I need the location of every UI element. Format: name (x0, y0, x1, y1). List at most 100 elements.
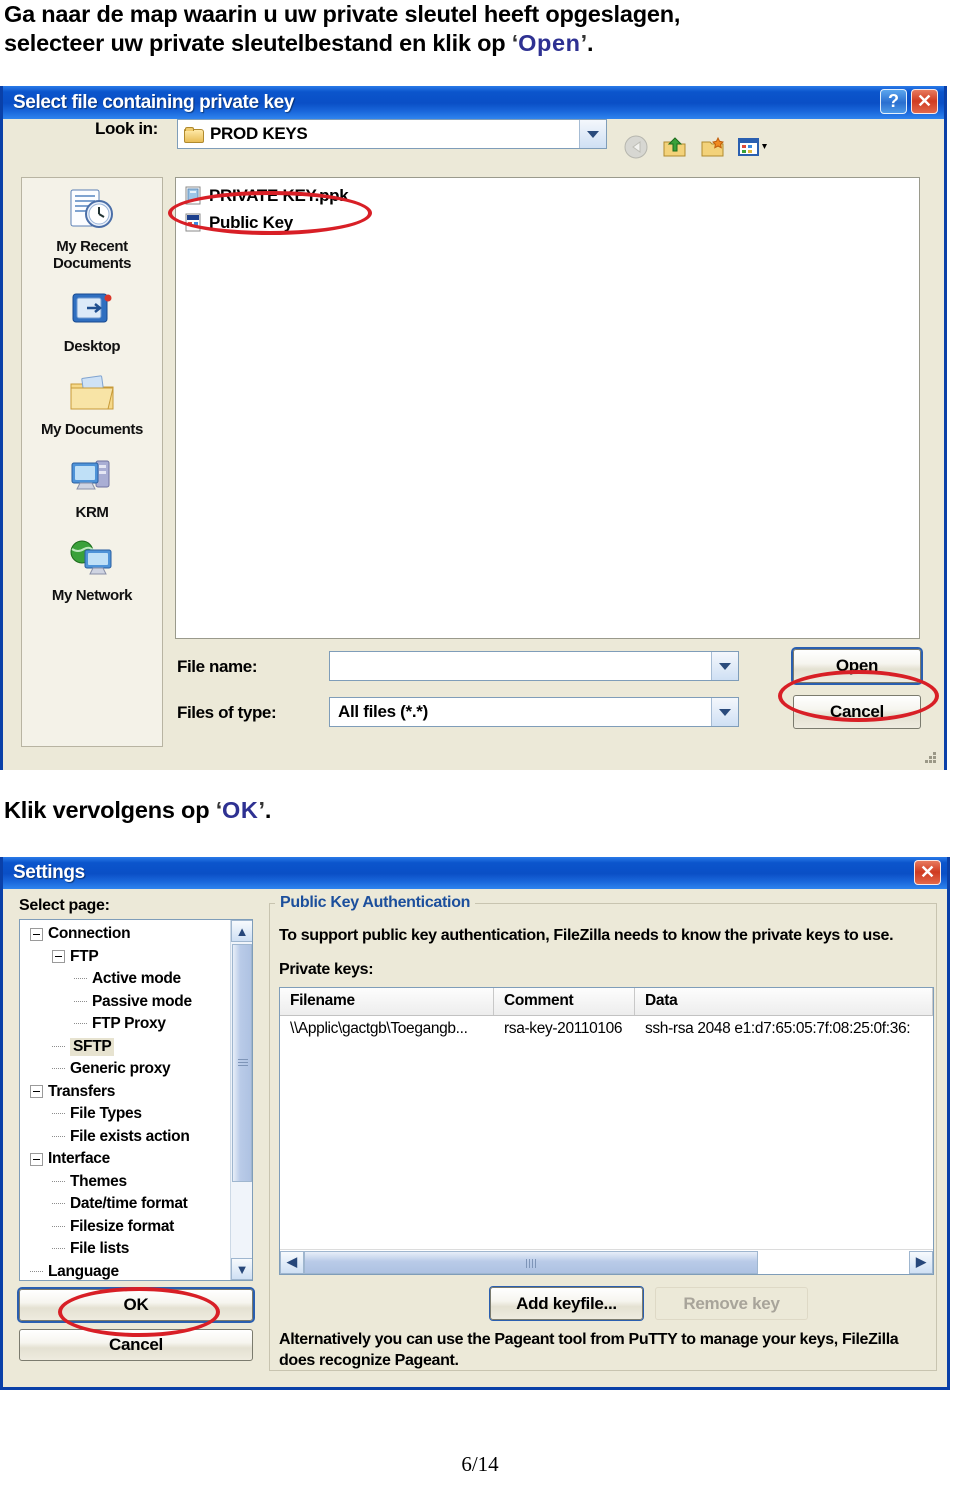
settings-window-buttons: ✕ (914, 860, 941, 885)
column-header-comment[interactable]: Comment (494, 988, 635, 1015)
table-row[interactable]: \\Applic\gactgb\Toegangb... rsa-key-2011… (280, 1016, 933, 1043)
cancel-button[interactable]: Cancel (793, 695, 921, 729)
tree-expander-icon[interactable] (30, 927, 43, 941)
ok-button[interactable]: OK (19, 1289, 253, 1321)
tree-connector-line (52, 1113, 65, 1115)
place-krm[interactable]: KRM (22, 450, 162, 521)
tree-item-file-types[interactable]: File Types (20, 1103, 230, 1126)
my-documents-icon (22, 367, 162, 419)
instruction-mid-prefix: Klik vervolgens op (4, 797, 216, 823)
tree-item-label: Transfers (48, 1082, 116, 1100)
tree-expander-icon[interactable] (30, 1085, 43, 1099)
tree-item-label: Interface (48, 1150, 110, 1168)
look-in-combobox[interactable]: PROD KEYS (177, 119, 607, 149)
instruction-line-2-prefix: selecteer uw private sleutelbestand en k… (4, 30, 512, 56)
place-label-my-network: My Network (51, 587, 133, 604)
back-icon[interactable] (623, 134, 651, 160)
chevron-down-icon[interactable] (711, 652, 738, 680)
tree-item-passive-mode[interactable]: Passive mode (20, 991, 230, 1014)
tree-vertical-scrollbar[interactable]: ▲ ▼ (230, 920, 252, 1280)
column-header-filename[interactable]: Filename (280, 988, 494, 1015)
certificate-file-icon (184, 213, 203, 232)
file-list-item[interactable]: Public Key (180, 209, 919, 236)
cell-filename: \\Applic\gactgb\Toegangb... (290, 1020, 468, 1037)
tree-item-container: Connection FTP Active mode Passive mode FTP … (20, 923, 230, 1281)
tree-item-label: File Types (70, 1105, 142, 1123)
look-in-value: PROD KEYS (210, 124, 308, 143)
file-dialog-body: Look in: PROD KEYS My Recent Documents D… (3, 119, 944, 770)
page-number: 6/14 (461, 1452, 499, 1476)
tree-item-active-mode[interactable]: Active mode (20, 968, 230, 991)
tree-expander-icon[interactable] (30, 1152, 43, 1166)
tree-item-label: FTP Proxy (92, 1015, 166, 1033)
scrollbar-thumb[interactable] (304, 1250, 758, 1274)
settings-cancel-button[interactable]: Cancel (19, 1329, 253, 1361)
select-file-dialog: Select file containing private key ? ✕ L… (0, 86, 947, 770)
tree-connector-line (74, 1000, 87, 1003)
place-my-documents[interactable]: My Documents (22, 367, 162, 438)
column-header-data[interactable]: Data (635, 988, 933, 1015)
place-label-my-documents: My Documents (41, 421, 143, 438)
tree-item-file-exists-action[interactable]: File exists action (20, 1126, 230, 1149)
file-name-private-key: PRIVATE KEY.ppk (209, 185, 349, 205)
tree-connector-line (30, 1270, 43, 1273)
scroll-right-icon[interactable]: ▶ (909, 1250, 933, 1274)
up-one-level-icon[interactable] (661, 134, 689, 160)
create-new-folder-icon[interactable] (699, 134, 727, 160)
tree-item-generic-proxy[interactable]: Generic proxy (20, 1058, 230, 1081)
tree-item-label: Filesize format (70, 1217, 175, 1235)
desktop-icon (22, 284, 162, 336)
file-list-item[interactable]: PRIVATE KEY.ppk (180, 182, 919, 209)
place-my-recent-documents[interactable]: My Recent Documents (22, 184, 162, 272)
scroll-up-icon[interactable]: ▲ (231, 920, 252, 942)
tree-item-label: File exists action (70, 1127, 190, 1145)
instruction-accent-open: Open (518, 30, 581, 56)
tree-item-label: Active mode (92, 970, 181, 988)
tree-item-sftp[interactable]: SFTP (20, 1036, 230, 1059)
tree-expander-icon[interactable] (52, 950, 65, 964)
chevron-down-icon[interactable] (711, 698, 738, 726)
tree-item-themes[interactable]: Themes (20, 1171, 230, 1194)
add-keyfile-button[interactable]: Add keyfile... (490, 1287, 643, 1320)
cell-comment: rsa-key-20110106 (504, 1020, 623, 1037)
file-name-input[interactable] (329, 651, 739, 681)
private-keys-grid[interactable]: Filename Comment Data \\Applic\gactgb\To… (279, 987, 934, 1275)
my-recent-documents-icon (22, 184, 162, 236)
pageant-note: Alternatively you can use the Pageant to… (279, 1331, 899, 1369)
tree-item-connection[interactable]: Connection (20, 923, 230, 946)
tree-item-ftp[interactable]: FTP (20, 946, 230, 969)
file-dialog-window-buttons: ? ✕ (880, 89, 938, 114)
scroll-left-icon[interactable]: ◀ (280, 1250, 304, 1274)
private-keys-label: Private keys: (279, 961, 374, 978)
help-button[interactable]: ? (880, 89, 907, 114)
scroll-down-icon[interactable]: ▼ (231, 1258, 252, 1280)
scrollbar-thumb[interactable] (232, 944, 252, 1182)
tree-item-language[interactable]: Language (20, 1261, 230, 1281)
files-of-type-combobox[interactable]: All files (*.*) (329, 697, 739, 727)
chevron-down-icon[interactable] (579, 120, 606, 148)
tree-item-transfers[interactable]: Transfers (20, 1081, 230, 1104)
resize-grip[interactable] (924, 752, 938, 766)
tree-item-file-lists[interactable]: File lists (20, 1238, 230, 1261)
settings-page-tree[interactable]: Connection FTP Active mode Passive mode FTP … (19, 919, 253, 1281)
tree-item-label: File lists (70, 1240, 130, 1258)
tree-connector-line (52, 1135, 65, 1138)
tree-item-label: Date/time format (70, 1195, 188, 1213)
place-desktop[interactable]: Desktop (22, 284, 162, 355)
tree-item-interface[interactable]: Interface (20, 1148, 230, 1171)
close-icon[interactable]: ✕ (911, 89, 938, 114)
grid-header-row: Filename Comment Data (280, 988, 933, 1016)
tree-item-ftp-proxy[interactable]: FTP Proxy (20, 1013, 230, 1036)
tree-item-date-time-format[interactable]: Date/time format (20, 1193, 230, 1216)
close-icon[interactable]: ✕ (914, 860, 941, 885)
open-button[interactable]: Open (793, 649, 921, 683)
tree-connector-line (52, 1248, 65, 1250)
support-description: To support public key authentication, Fi… (279, 927, 894, 944)
grid-horizontal-scrollbar[interactable]: ◀ ▶ (280, 1249, 933, 1274)
look-in-label: Look in: (95, 119, 158, 138)
views-icon[interactable] (737, 134, 767, 160)
place-my-network[interactable]: My Network (22, 533, 162, 604)
tree-item-filesize-format[interactable]: Filesize format (20, 1216, 230, 1239)
file-list-view[interactable]: PRIVATE KEY.ppk Public Key (175, 177, 920, 639)
tree-connector-line (52, 1180, 65, 1183)
